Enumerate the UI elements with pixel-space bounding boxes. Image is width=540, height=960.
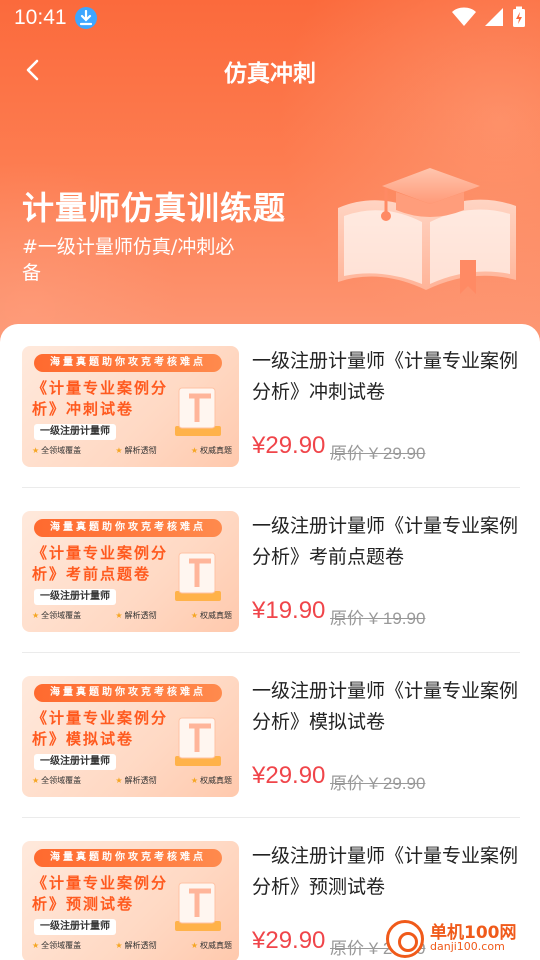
feature-label: 全领域覆盖 <box>32 445 81 456</box>
thumbnail-features: 全领域覆盖 解析透彻 权威真题 <box>32 940 232 951</box>
feature-label: 权威真题 <box>191 775 232 786</box>
course-thumbnail: 海量真题助你攻克考核难点 《计量专业案例分析》冲刺试卷 一级注册计量师 全领域覆… <box>22 346 239 467</box>
thumbnail-title: 《计量专业案例分析》冲刺试卷 <box>32 379 169 418</box>
course-title: 一级注册计量师《计量专业案例分析》冲刺试卷 <box>252 350 519 403</box>
page-title: 仿真冲刺 <box>224 61 316 87</box>
thumbnail-title: 《计量专业案例分析》考前点题卷 <box>32 544 169 583</box>
graduation-book-illustration <box>330 160 530 314</box>
thumbnail-pill: 一级注册计量师 <box>34 754 116 770</box>
feature-label: 解析透彻 <box>115 775 157 786</box>
thumbnail-tag: 海量真题助你攻克考核难点 <box>34 684 222 702</box>
course-title: 一级注册计量师《计量专业案例分析》模拟试卷 <box>252 680 519 733</box>
watermark-logo-icon <box>386 920 424 958</box>
thumbnail-tag: 海量真题助你攻克考核难点 <box>34 354 222 372</box>
thumbnail-tag: 海量真题助你攻克考核难点 <box>34 849 222 867</box>
paper-stack-icon <box>175 552 221 601</box>
status-bar: 10:41 <box>0 0 540 36</box>
feature-label: 全领域覆盖 <box>32 940 81 951</box>
course-thumbnail: 海量真题助你攻克考核难点 《计量专业案例分析》预测试卷 一级注册计量师 全领域覆… <box>22 841 239 960</box>
hero-title: 计量师仿真训练题 <box>22 189 287 227</box>
thumbnail-title: 《计量专业案例分析》模拟试卷 <box>32 709 169 748</box>
thumbnail-features: 全领域覆盖 解析透彻 权威真题 <box>32 445 232 456</box>
course-price: ¥29.90 <box>252 432 326 459</box>
feature-label: 解析透彻 <box>115 940 157 951</box>
status-time: 10:41 <box>14 6 67 29</box>
thumbnail-pill: 一级注册计量师 <box>34 589 116 605</box>
course-price: ¥29.90 <box>252 762 326 789</box>
site-watermark: 单机100网 danji100.com <box>386 916 536 960</box>
thumbnail-title: 《计量专业案例分析》预测试卷 <box>32 874 169 913</box>
thumbnail-features: 全领域覆盖 解析透彻 权威真题 <box>32 610 232 621</box>
course-original-price: 原价 ¥ 29.90 <box>330 444 426 463</box>
battery-charging-icon <box>512 6 526 32</box>
paper-stack-icon <box>175 882 221 931</box>
feature-label: 全领域覆盖 <box>32 775 81 786</box>
feature-label: 解析透彻 <box>115 610 157 621</box>
feature-label: 权威真题 <box>191 445 232 456</box>
course-title: 一级注册计量师《计量专业案例分析》考前点题卷 <box>252 515 519 568</box>
course-price: ¥19.90 <box>252 597 326 624</box>
course-thumbnail: 海量真题助你攻克考核难点 《计量专业案例分析》考前点题卷 一级注册计量师 全领域… <box>22 511 239 632</box>
feature-label: 解析透彻 <box>115 445 157 456</box>
course-price: ¥29.90 <box>252 927 326 954</box>
course-original-price: 原价 ¥ 29.90 <box>330 774 426 793</box>
course-item[interactable]: 海量真题助你攻克考核难点 《计量专业案例分析》考前点题卷 一级注册计量师 全领域… <box>22 489 520 653</box>
course-list: 海量真题助你攻克考核难点 《计量专业案例分析》冲刺试卷 一级注册计量师 全领域覆… <box>0 324 540 960</box>
thumbnail-pill: 一级注册计量师 <box>34 424 116 440</box>
hero-subtitle: #一级计量师仿真/冲刺必备 <box>22 236 235 284</box>
feature-label: 全领域覆盖 <box>32 610 81 621</box>
download-notification-icon <box>75 7 97 29</box>
watermark-url: danji100.com <box>430 940 505 953</box>
thumbnail-tag: 海量真题助你攻克考核难点 <box>34 519 222 537</box>
feature-label: 权威真题 <box>191 940 232 951</box>
course-original-price: 原价 ¥ 19.90 <box>330 609 426 628</box>
course-item[interactable]: 海量真题助你攻克考核难点 《计量专业案例分析》冲刺试卷 一级注册计量师 全领域覆… <box>22 324 520 488</box>
course-item[interactable]: 海量真题助你攻克考核难点 《计量专业案例分析》模拟试卷 一级注册计量师 全领域覆… <box>22 654 520 818</box>
feature-label: 权威真题 <box>191 610 232 621</box>
thumbnail-pill: 一级注册计量师 <box>34 919 116 935</box>
course-title: 一级注册计量师《计量专业案例分析》预测试卷 <box>252 845 519 898</box>
paper-stack-icon <box>175 717 221 766</box>
signal-icon <box>484 7 504 31</box>
thumbnail-features: 全领域覆盖 解析透彻 权威真题 <box>32 775 232 786</box>
paper-stack-icon <box>175 387 221 436</box>
course-thumbnail: 海量真题助你攻克考核难点 《计量专业案例分析》模拟试卷 一级注册计量师 全领域覆… <box>22 676 239 797</box>
wifi-icon <box>452 7 476 31</box>
